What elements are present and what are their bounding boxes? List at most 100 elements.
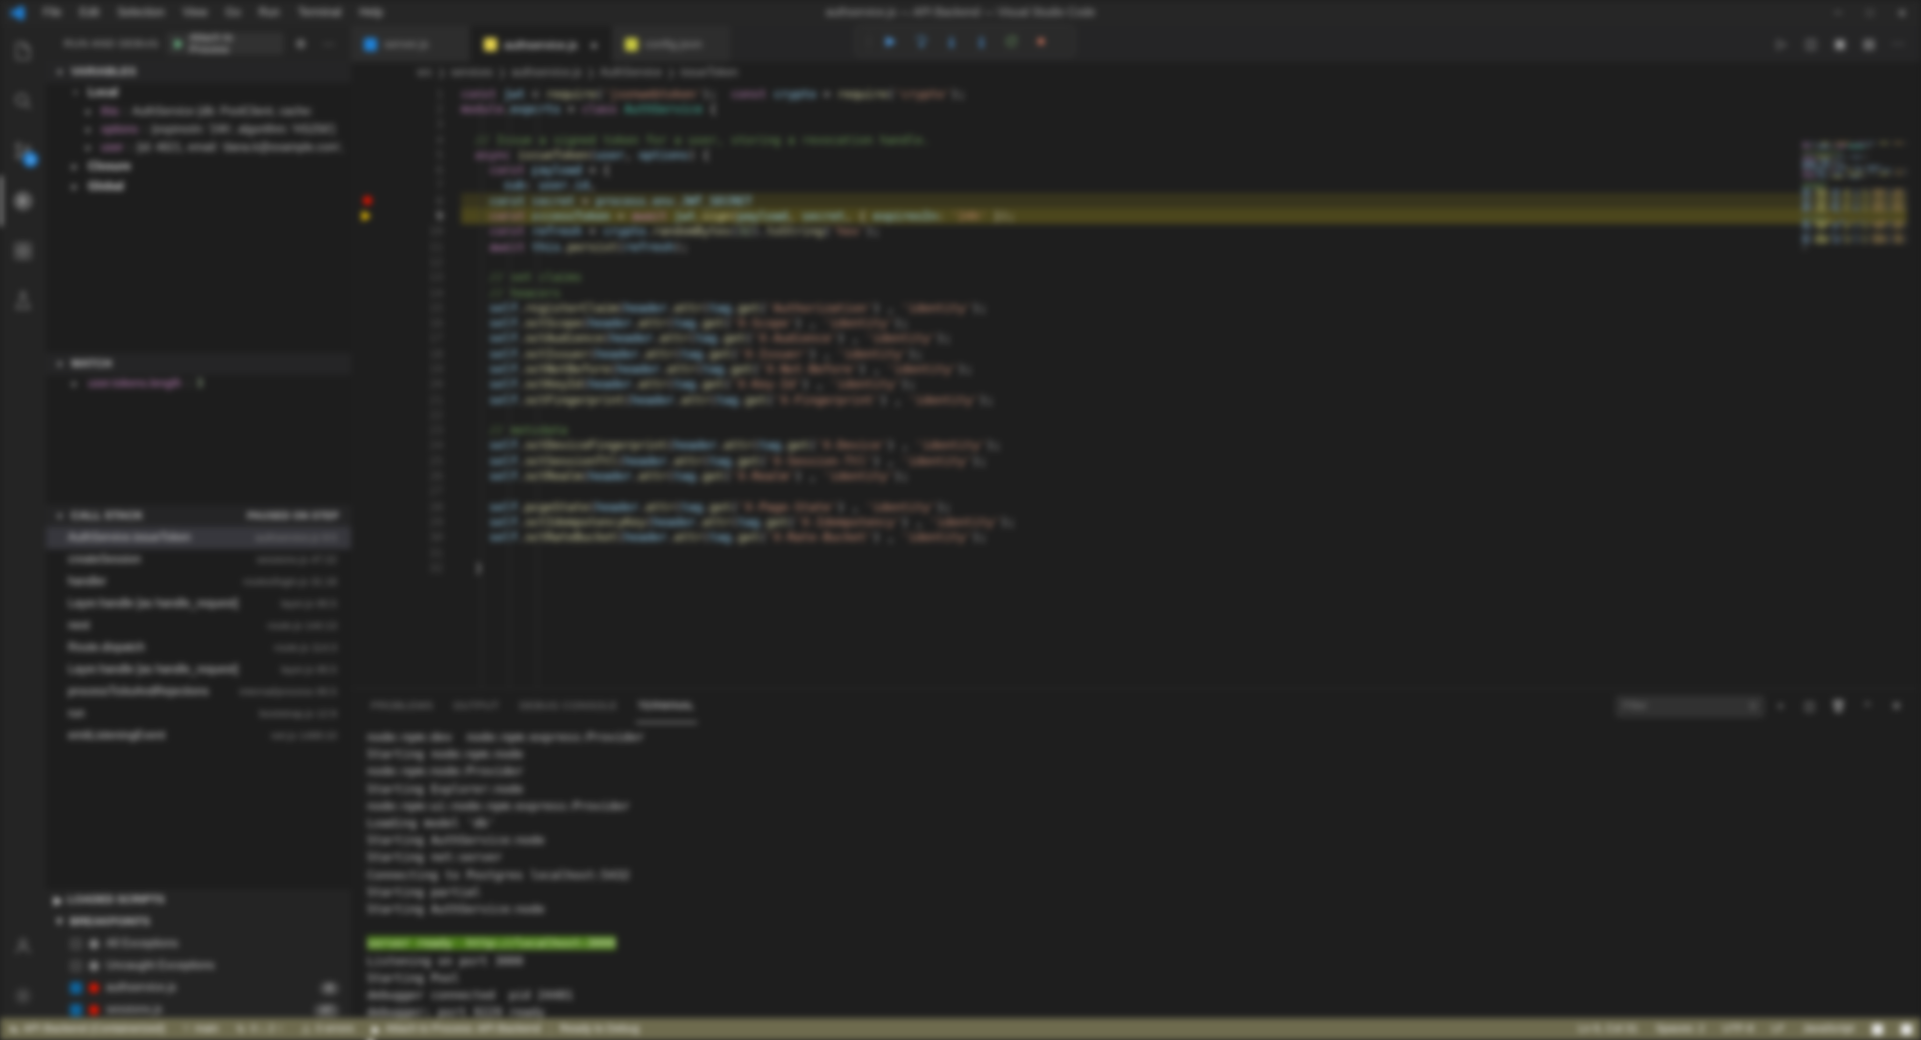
search-icon[interactable]: ⚲ — [1749, 700, 1757, 713]
code-line[interactable]: self. setRateBucket(header. attr(tag. get('… — [461, 530, 1921, 545]
code-line[interactable]: const secret = process. env. JWT_SECRET — [461, 193, 1921, 209]
gear-icon[interactable]: ⚙ — [291, 34, 311, 54]
breakpoints-body[interactable]: All Exceptions Uncaught Exceptions auths… — [46, 933, 351, 1021]
menu-item-file[interactable]: File — [34, 4, 71, 22]
gutter-line-number[interactable]: 28 — [351, 499, 461, 514]
code-line[interactable]: // metadata — [461, 423, 1921, 438]
run-file-icon[interactable]: ▷ — [1769, 31, 1795, 57]
watch-row[interactable]: ▶ user.tokens.length : 3 — [46, 375, 351, 393]
activity-item-run-and-debug[interactable] — [0, 176, 46, 226]
more-actions-icon[interactable]: ⋯ — [1885, 31, 1911, 57]
chevron-right-icon[interactable]: ▶ — [86, 126, 96, 134]
chevron-right-icon[interactable]: ▶ — [72, 380, 82, 388]
activity-item-source-control[interactable]: 3 — [0, 126, 46, 176]
breakpoint-checkbox[interactable] — [70, 960, 82, 972]
stop-button[interactable]: ■ — [1028, 29, 1054, 53]
status-language-mode[interactable]: JavaScript — [1794, 1018, 1863, 1040]
layout-icon[interactable]: ▣ — [1827, 31, 1853, 57]
status-sync[interactable]: ↻ 0 ↓ 2 ↑ — [228, 1018, 293, 1040]
code-line[interactable]: // headers — [461, 285, 1921, 300]
panel-toggle-icon[interactable]: ▤ — [1856, 31, 1882, 57]
gutter-line-number[interactable]: 14 — [351, 285, 461, 300]
code-line[interactable] — [461, 407, 1921, 422]
code-line[interactable]: self. pageState(header. attr(tag. get('X-Pa… — [461, 499, 1921, 514]
breakpoint-dot-icon[interactable] — [363, 196, 372, 206]
breakpoint-checkbox[interactable] — [70, 1004, 82, 1016]
editor-minimap[interactable] — [1800, 142, 1907, 689]
callstack-frame[interactable]: emitListeningEvent net.js 1489:10 — [46, 725, 351, 747]
gutter-line-number[interactable]: 26 — [351, 468, 461, 483]
code-line[interactable]: async issueToken(user, options) { — [461, 147, 1921, 162]
step-over-button[interactable] — [908, 29, 934, 53]
gutter-line-number[interactable]: 24 — [351, 438, 461, 453]
panel-tab-debug-console[interactable]: DEBUG CONSOLE — [518, 689, 620, 723]
variable-row[interactable]: ▶ user : {id: 4821, email: 'dana.k@examp… — [46, 139, 351, 157]
gutter-line-number[interactable]: 4 — [351, 132, 461, 147]
panel-tab-output[interactable]: OUTPUT — [451, 689, 501, 723]
gutter-line-number[interactable]: 16 — [351, 315, 461, 330]
code-line[interactable]: self. registerClaim(header. attr(tag. get('… — [461, 300, 1921, 315]
ellipsis-icon[interactable]: ⋯ — [319, 34, 339, 54]
menu-item-run[interactable]: Run — [250, 4, 289, 22]
gutter-line-number[interactable]: 5 — [351, 147, 461, 162]
callstack-frame[interactable]: AuthService.issueToken authservice.js 9:… — [46, 527, 351, 549]
menu-bar[interactable]: File Edit Selection View Go Run Terminal… — [34, 4, 392, 22]
editor-tab-authservice[interactable]: authservice.js ● — [471, 26, 612, 62]
gutter-line-number[interactable]: 30 — [351, 530, 461, 545]
feedback-icon[interactable] — [1901, 1023, 1912, 1035]
menu-item-terminal[interactable]: Terminal — [289, 4, 350, 22]
gutter-line-number[interactable]: 31 — [351, 545, 461, 560]
close-icon[interactable]: ✕ — [1884, 694, 1909, 719]
gutter-line-number[interactable]: 19 — [351, 361, 461, 376]
status-problems[interactable]: ⚠ 0 errors — [292, 1018, 363, 1040]
breadcrumb-item[interactable]: src — [417, 67, 432, 79]
gutter-line-number[interactable]: 3 — [351, 117, 461, 132]
code-line[interactable] — [461, 484, 1921, 499]
variable-row[interactable]: ▶ options : {expiresIn: '24h', algorithm… — [46, 121, 351, 139]
chevron-right-icon[interactable]: ▶ — [86, 108, 96, 116]
variable-row[interactable]: ▶ this : AuthService {db: PoolClient, ca… — [46, 103, 351, 121]
debug-toolbar[interactable]: ⋮ ▶ ■ — [855, 25, 1075, 57]
variables-group-local[interactable]: ▼ Local — [46, 83, 351, 103]
menu-item-go[interactable]: Go — [216, 4, 249, 22]
code-line[interactable]: self. setRealm(header. attr(tag. get('X-Rea… — [461, 468, 1921, 483]
code-line[interactable]: // set claims — [461, 270, 1921, 285]
editor-code-column[interactable]: const jwt = require('jsonwebtoken'); con… — [461, 84, 1921, 689]
gutter-line-number[interactable]: 20 — [351, 377, 461, 392]
callstack-header[interactable]: ▼ CALL STACK PAUSED ON STEP — [46, 505, 351, 527]
callstack-frame[interactable]: Route.dispatch route.js 114:3 — [46, 637, 351, 659]
gutter-line-number[interactable]: 21 — [351, 392, 461, 407]
breadcrumb-item[interactable]: AuthService — [600, 67, 662, 79]
chevron-up-icon[interactable]: ^ — [1855, 694, 1880, 719]
breakpoint-row[interactable]: authservice.js 8 — [46, 977, 351, 999]
code-line[interactable]: self. setIdempotencyKey(header. attr(tag. g… — [461, 514, 1921, 529]
activity-item-search[interactable] — [0, 76, 46, 126]
breakpoint-row[interactable]: Uncaught Exceptions — [46, 955, 351, 977]
breadcrumb-item[interactable]: authservice.js — [511, 67, 581, 79]
editor-tab-server[interactable]: server.js — [351, 26, 471, 62]
callstack-frame[interactable]: createSession sessions.js 47:22 — [46, 549, 351, 571]
restart-button[interactable] — [998, 29, 1024, 53]
code-line[interactable] — [461, 117, 1921, 132]
continue-button[interactable]: ▶ — [878, 29, 904, 53]
play-icon[interactable] — [175, 38, 184, 49]
status-branch[interactable]: ⑂ main — [174, 1018, 227, 1040]
terminal-output[interactable]: node:npm:dev node:npm:express:Provider St… — [351, 723, 1921, 1040]
breakpoint-checkbox[interactable] — [70, 938, 82, 950]
editor-scrollbar[interactable] — [1907, 142, 1921, 689]
split-terminal-icon[interactable]: ◫ — [1797, 694, 1822, 719]
code-line[interactable]: const refresh = crypto. randomBytes(32). t… — [461, 224, 1921, 239]
gutter-line-number[interactable]: 8 — [351, 193, 461, 208]
code-line[interactable]: self. setIssuer(header. attr(tag. get('X-Is… — [461, 346, 1921, 361]
code-line[interactable]: const jwt = require('jsonwebtoken'); con… — [461, 86, 1921, 101]
status-cursor-position[interactable]: Ln 9, Col 31 — [1569, 1018, 1646, 1040]
gutter-line-number[interactable]: 6 — [351, 162, 461, 177]
status-indentation[interactable]: Spaces: 2 — [1647, 1018, 1714, 1040]
menu-item-edit[interactable]: Edit — [71, 4, 109, 22]
code-line[interactable]: self. setKeyId(header. attr(tag. get('X-Key… — [461, 377, 1921, 392]
activity-item-testing[interactable] — [0, 276, 46, 326]
gutter-line-number[interactable]: 2 — [351, 101, 461, 116]
menu-item-selection[interactable]: Selection — [108, 4, 173, 22]
callstack-frame[interactable]: next route.js 144:13 — [46, 615, 351, 637]
gutter-line-number[interactable]: 15 — [351, 300, 461, 315]
